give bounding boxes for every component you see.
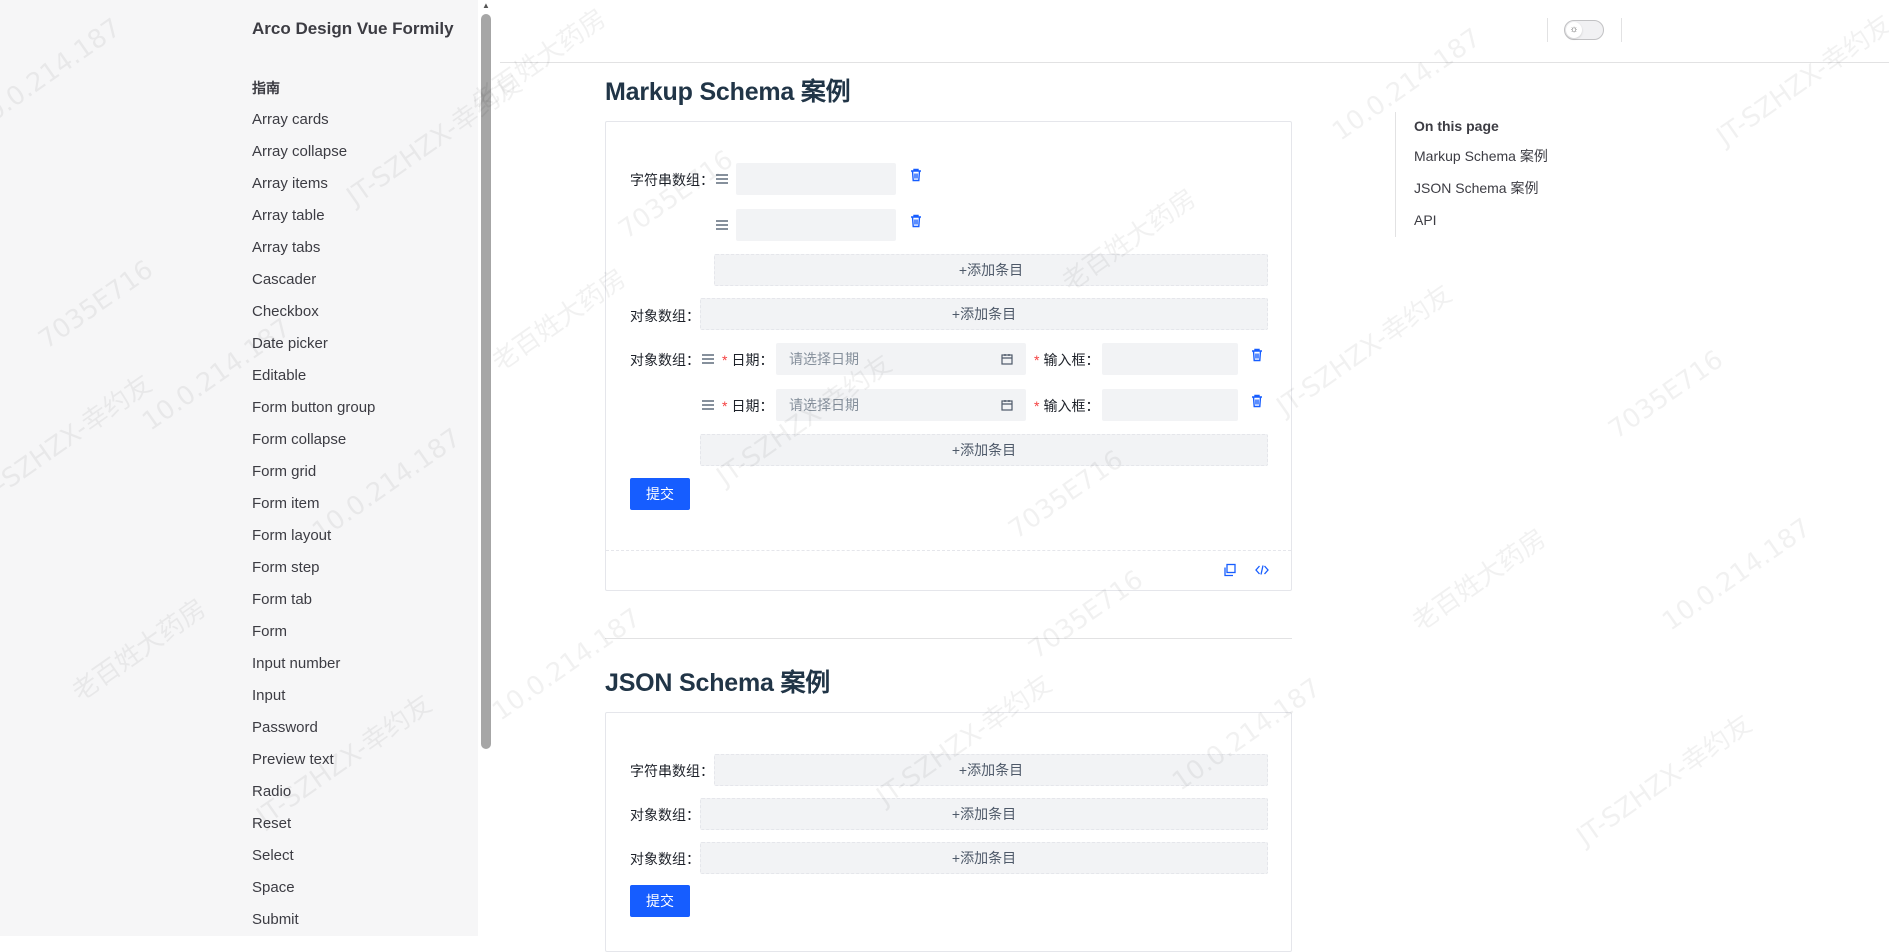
add-object-item-button[interactable]: +添加条目 <box>700 298 1268 330</box>
add-string-item-button[interactable]: +添加条目 <box>714 254 1268 286</box>
code-icon[interactable] <box>1255 563 1269 577</box>
sidebar-item-form-tab[interactable]: Form tab <box>252 584 375 616</box>
sidebar-item-space[interactable]: Space <box>252 872 375 904</box>
demo-footer-divider <box>606 550 1291 552</box>
calendar-icon <box>1001 400 1013 411</box>
watermark-text: 老百姓大药房 <box>1406 523 1552 638</box>
drag-handle-icon[interactable] <box>702 354 714 364</box>
sidebar-item-select[interactable]: Select <box>252 840 375 872</box>
watermark-text: JT-SZHZX-幸约友 <box>1271 279 1458 422</box>
input-field-label: * 输入框： <box>1034 352 1100 368</box>
date-field-label: * 日期： <box>722 398 774 414</box>
sidebar: Arco Design Vue Formily 指南 Array cards A… <box>0 0 478 936</box>
drag-handle-icon[interactable] <box>716 220 728 230</box>
outline-link-api[interactable]: API <box>1414 204 1548 236</box>
section-title-markup-schema: Markup Schema 案例 <box>605 78 851 106</box>
markup-demo-card: 字符串数组： +添加条目 对象数组： +添加条目 对象数组： * 日期： 请选择日… <box>605 121 1292 591</box>
object-array-label: 对象数组： <box>630 308 700 324</box>
top-navbar: ☼ <box>500 0 1889 63</box>
object-array-label: 对象数组： <box>630 851 700 867</box>
json-demo-card: 字符串数组： +添加条目 对象数组： +添加条目 对象数组： +添加条目 提交 <box>605 712 1292 952</box>
sidebar-item-form-grid[interactable]: Form grid <box>252 456 375 488</box>
add-object-item-button[interactable]: +添加条目 <box>700 434 1268 466</box>
sidebar-item-array-cards[interactable]: Array cards <box>252 104 375 136</box>
sidebar-scrollbar[interactable]: ▲ <box>481 0 491 936</box>
sidebar-item-editable[interactable]: Editable <box>252 360 375 392</box>
date-field-label: * 日期： <box>722 352 774 368</box>
drag-handle-icon[interactable] <box>702 400 714 410</box>
object-array-label: 对象数组： <box>630 807 700 823</box>
date-picker-input[interactable]: 请选择日期 <box>776 343 1026 375</box>
string-array-label: 字符串数组： <box>630 763 714 779</box>
date-picker-input[interactable]: 请选择日期 <box>776 389 1026 421</box>
sidebar-item-input-number[interactable]: Input number <box>252 648 375 680</box>
scroll-up-arrow-icon[interactable]: ▲ <box>481 2 491 10</box>
theme-toggle-switch[interactable]: ☼ <box>1564 20 1604 40</box>
sidebar-item-form-item[interactable]: Form item <box>252 488 375 520</box>
sidebar-item-form-step[interactable]: Form step <box>252 552 375 584</box>
sidebar-item-radio[interactable]: Radio <box>252 776 375 808</box>
copy-icon[interactable] <box>1223 563 1237 577</box>
submit-button[interactable]: 提交 <box>630 478 690 510</box>
sidebar-item-password[interactable]: Password <box>252 712 375 744</box>
sun-icon: ☼ <box>1566 22 1582 38</box>
page-outline: On this page Markup Schema 案例 JSON Schem… <box>1395 112 1548 237</box>
sidebar-item-form-collapse[interactable]: Form collapse <box>252 424 375 456</box>
sidebar-group-title: 指南 <box>252 80 280 96</box>
calendar-icon <box>1001 354 1013 365</box>
sidebar-item-array-collapse[interactable]: Array collapse <box>252 136 375 168</box>
sidebar-item-form-layout[interactable]: Form layout <box>252 520 375 552</box>
navbar-divider <box>1547 18 1548 42</box>
submit-button[interactable]: 提交 <box>630 885 690 917</box>
string-array-label: 字符串数组： <box>630 172 714 188</box>
watermark-text: 10.0.214.187 <box>1657 512 1817 638</box>
outline-link-json-schema[interactable]: JSON Schema 案例 <box>1414 172 1548 204</box>
sidebar-item-cascader[interactable]: Cascader <box>252 264 375 296</box>
sidebar-item-submit[interactable]: Submit <box>252 904 375 936</box>
sidebar-item-input[interactable]: Input <box>252 680 375 712</box>
add-object-item-button[interactable]: +添加条目 <box>700 842 1268 874</box>
add-string-item-button[interactable]: +添加条目 <box>714 754 1268 786</box>
delete-icon[interactable] <box>1249 393 1265 409</box>
sidebar-nav: 指南 Array cards Array collapse Array item… <box>252 72 375 936</box>
delete-icon[interactable] <box>908 167 924 183</box>
outline-link-markup-schema[interactable]: Markup Schema 案例 <box>1414 140 1548 172</box>
text-input[interactable] <box>1102 389 1238 421</box>
input-field-label: * 输入框： <box>1034 398 1100 414</box>
delete-icon[interactable] <box>1249 347 1265 363</box>
delete-icon[interactable] <box>908 213 924 229</box>
navbar-divider <box>1621 18 1622 42</box>
sidebar-item-date-picker[interactable]: Date picker <box>252 328 375 360</box>
outline-title: On this page <box>1414 118 1499 134</box>
section-divider <box>605 638 1292 639</box>
watermark-text: JT-SZHZX-幸约友 <box>1571 709 1758 852</box>
sidebar-item-form[interactable]: Form <box>252 616 375 648</box>
add-object-item-button[interactable]: +添加条目 <box>700 798 1268 830</box>
sidebar-item-form-button-group[interactable]: Form button group <box>252 392 375 424</box>
scroll-thumb[interactable] <box>481 14 491 749</box>
string-item-input[interactable] <box>736 209 896 241</box>
watermark-text: 7035E716 <box>1603 344 1729 446</box>
sidebar-item-reset[interactable]: Reset <box>252 808 375 840</box>
sidebar-item-array-table[interactable]: Array table <box>252 200 375 232</box>
sidebar-item-checkbox[interactable]: Checkbox <box>252 296 375 328</box>
string-item-input[interactable] <box>736 163 896 195</box>
site-title[interactable]: Arco Design Vue Formily <box>252 19 454 39</box>
text-input[interactable] <box>1102 343 1238 375</box>
object-array-label: 对象数组： <box>630 352 700 368</box>
sidebar-item-array-tabs[interactable]: Array tabs <box>252 232 375 264</box>
sidebar-item-array-items[interactable]: Array items <box>252 168 375 200</box>
section-title-json-schema: JSON Schema 案例 <box>605 669 831 697</box>
drag-handle-icon[interactable] <box>716 174 728 184</box>
sidebar-item-preview-text[interactable]: Preview text <box>252 744 375 776</box>
